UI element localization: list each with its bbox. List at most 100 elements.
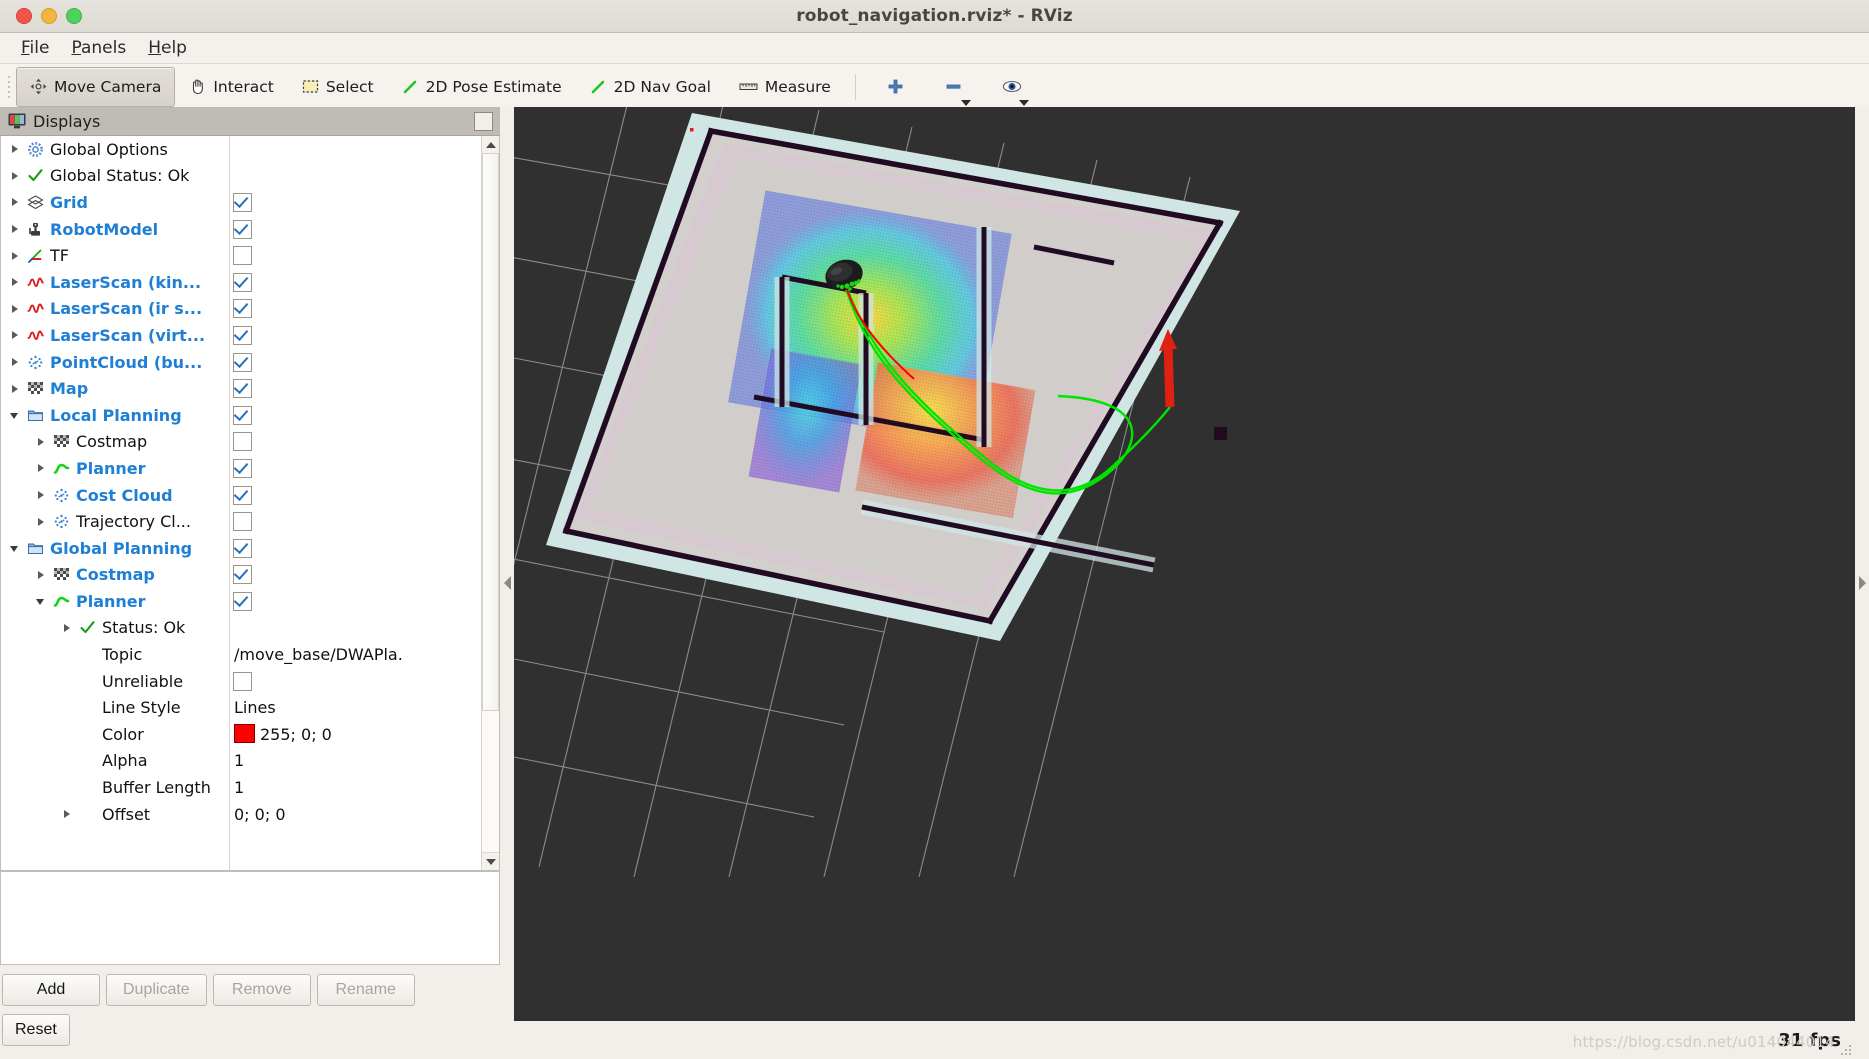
scrollbar-thumb[interactable] [482,153,499,711]
render-panel-3d[interactable] [514,107,1855,1021]
display-tree-row[interactable]: Alpha1 [1,748,441,775]
display-tree-row[interactable]: Planner [1,455,441,482]
right-splitter-handle[interactable] [1855,107,1869,1059]
visibility-button[interactable] [996,70,1028,104]
display-tree-row[interactable]: Local Planning [1,402,441,429]
chevron-right-icon[interactable] [9,383,21,395]
display-tree-row[interactable]: LaserScan (kin... [1,269,441,296]
color-swatch[interactable] [234,724,255,743]
chevron-right-icon[interactable] [9,356,21,368]
display-tree-row[interactable]: Color255; 0; 0 [1,721,441,748]
display-tree-row[interactable]: Buffer Length1 [1,774,441,801]
display-enabled-checkbox[interactable] [233,512,252,531]
tool-interact[interactable]: Interact [175,67,287,107]
display-tree-row[interactable]: Global Status: Ok [1,163,441,190]
chevron-right-icon[interactable] [35,569,47,581]
display-tree-row[interactable]: Topic/move_base/DWAPla. [1,641,441,668]
window-resize-grip[interactable] [1841,1045,1852,1056]
display-enabled-checkbox[interactable] [233,432,252,451]
left-splitter-handle[interactable] [500,107,514,1059]
chevron-right-icon[interactable] [61,808,73,820]
display-enabled-checkbox[interactable] [233,246,252,265]
chevron-right-icon[interactable] [9,196,21,208]
chevron-right-icon[interactable] [35,489,47,501]
display-tree-row[interactable]: Status: Ok [1,615,441,642]
display-tree-row[interactable]: Cost Cloud [1,482,441,509]
display-enabled-checkbox[interactable] [233,220,252,239]
display-tree-row[interactable]: Offset0; 0; 0 [1,801,441,828]
add-button[interactable]: Add [2,974,100,1006]
display-tree-row[interactable]: Planner [1,588,441,615]
chevron-right-icon[interactable] [9,303,21,315]
chevron-right-icon[interactable] [9,250,21,262]
chevron-down-icon[interactable] [9,542,21,554]
chevron-down-icon[interactable] [1019,100,1029,106]
chevron-down-icon[interactable] [35,595,47,607]
displays-tree[interactable]: Global OptionsGlobal Status: OkGridRobot… [0,136,500,871]
display-enabled-checkbox[interactable] [233,353,252,372]
property-value[interactable]: Lines [234,698,276,717]
tool-select[interactable]: Select [288,67,388,107]
display-enabled-checkbox[interactable] [233,273,252,292]
display-tree-row[interactable]: LaserScan (ir s... [1,296,441,323]
tool-move-camera[interactable]: Move Camera [16,67,175,107]
chevron-right-icon[interactable] [9,143,21,155]
chevron-right-icon[interactable] [9,170,21,182]
display-tree-row[interactable]: Map [1,375,441,402]
property-value[interactable]: 1 [234,751,244,770]
panel-float-button[interactable] [474,112,493,131]
chevron-right-icon[interactable] [61,622,73,634]
menu-panels[interactable]: Panels [60,36,137,60]
chevron-right-icon[interactable] [9,276,21,288]
menu-file[interactable]: File [10,36,60,60]
display-enabled-checkbox[interactable] [233,672,252,691]
display-tree-row[interactable]: Trajectory Cl... [1,508,441,535]
display-enabled-checkbox[interactable] [233,565,252,584]
property-value[interactable]: 255; 0; 0 [234,724,332,744]
display-tree-row[interactable]: Unreliable [1,668,441,695]
display-tree-row[interactable]: Global Options [1,136,441,163]
display-tree-row[interactable]: PointCloud (bu... [1,349,441,376]
toolbar-grip[interactable] [4,73,14,101]
chevron-right-icon[interactable] [35,516,47,528]
chevron-right-icon[interactable] [35,436,47,448]
display-enabled-checkbox[interactable] [233,379,252,398]
chevron-down-icon[interactable] [961,100,971,106]
duplicate-button[interactable]: Duplicate [106,974,207,1006]
add-tool-button[interactable] [880,70,912,104]
scroll-down-button[interactable] [482,852,499,870]
property-value[interactable]: /move_base/DWAPla. [234,645,403,664]
display-tree-row[interactable]: Global Planning [1,535,441,562]
remove-button[interactable]: Remove [213,974,311,1006]
display-tree-row[interactable]: Costmap [1,562,441,589]
display-enabled-checkbox[interactable] [233,406,252,425]
display-enabled-checkbox[interactable] [233,459,252,478]
remove-tool-button[interactable] [938,70,970,104]
menu-help[interactable]: Help [137,36,198,60]
display-enabled-checkbox[interactable] [233,326,252,345]
chevron-right-icon[interactable] [9,223,21,235]
reset-button[interactable]: Reset [2,1014,70,1046]
tool-measure[interactable]: Measure [725,67,845,107]
display-enabled-checkbox[interactable] [233,193,252,212]
chevron-right-icon[interactable] [35,462,47,474]
chevron-down-icon[interactable] [9,409,21,421]
rename-button[interactable]: Rename [317,974,415,1006]
scroll-up-button[interactable] [482,136,499,154]
display-tree-row[interactable]: TF [1,242,441,269]
tool-2d-pose-estimate[interactable]: 2D Pose Estimate [388,67,576,107]
display-tree-row[interactable]: RobotModel [1,216,441,243]
property-value[interactable]: 0; 0; 0 [234,805,286,824]
display-enabled-checkbox[interactable] [233,539,252,558]
display-tree-row[interactable]: LaserScan (virt... [1,322,441,349]
display-enabled-checkbox[interactable] [233,486,252,505]
display-tree-row[interactable]: Grid [1,189,441,216]
display-tree-row[interactable]: Costmap [1,429,441,456]
display-enabled-checkbox[interactable] [233,299,252,318]
chevron-right-icon[interactable] [9,329,21,341]
displays-scrollbar[interactable] [481,136,499,870]
display-enabled-checkbox[interactable] [233,592,252,611]
tool-2d-nav-goal[interactable]: 2D Nav Goal [576,67,725,107]
display-tree-row[interactable]: Line StyleLines [1,694,441,721]
property-value[interactable]: 1 [234,778,244,797]
